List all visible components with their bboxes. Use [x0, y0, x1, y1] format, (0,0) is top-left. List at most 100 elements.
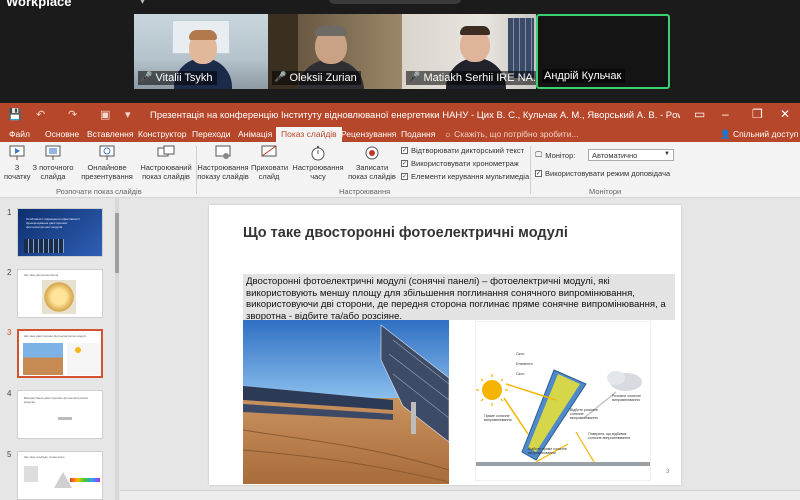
close-icon[interactable]: ✕	[780, 107, 790, 121]
microphone-muted-icon: 🎤	[274, 72, 287, 83]
participant-name: Oleksii Zurian	[289, 72, 357, 84]
redo-icon[interactable]: ↷	[68, 108, 77, 121]
monitor-icon: 🖵	[535, 150, 543, 159]
save-icon[interactable]: 💾	[8, 108, 22, 121]
slide-thumbnail[interactable]: Використання двосторонніх фотоелектрични…	[17, 390, 103, 439]
thumbnail-title: Що таке фотоелектричні	[24, 273, 59, 277]
show-media-controls-checkbox[interactable]: ✓ Елементи керування мультимедіа	[401, 172, 529, 181]
tab-home[interactable]: Основне	[45, 129, 79, 139]
group-label-setup: Настроювання	[339, 187, 391, 196]
participant-tile[interactable]: 🎤 Matiakh Serhii IRE NA...	[402, 14, 536, 89]
slide-page-number: 3	[666, 469, 670, 475]
call-menu-icon[interactable]: ▾	[140, 0, 145, 7]
editor-workspace: 1 Особливості підвищення ефективності фу…	[0, 198, 800, 500]
label-glass: Скло	[516, 352, 525, 356]
microphone-muted-icon: 🎤	[408, 72, 421, 83]
bifacial-panels-photo[interactable]	[243, 320, 449, 484]
ribbon-separator	[530, 146, 531, 194]
undo-icon[interactable]: ↶	[36, 108, 45, 121]
slide-body-text[interactable]: Двосторонні фотоелектричні модулі (соняч…	[246, 276, 672, 322]
document-title: Презентація на конференцію Інституту від…	[150, 110, 680, 121]
share-button[interactable]: 👤 Спільний доступ	[720, 129, 798, 140]
person-icon: 👤	[720, 129, 733, 139]
hide-slide-button[interactable]: Приховати слайд	[251, 145, 288, 181]
participant-name-tag: Андрій Кульчак	[542, 69, 626, 83]
slide-thumbnail[interactable]: Що таке альбедо та яке воно	[17, 451, 103, 500]
call-app-title: Workplace	[6, 0, 72, 9]
record-icon	[365, 146, 379, 160]
thumbnail-scrollbar-thumb[interactable]	[115, 213, 119, 273]
group-label-start: Розпочати показ слайдів	[56, 187, 142, 196]
call-controls-pill[interactable]	[328, 0, 462, 4]
notes-bar[interactable]	[120, 490, 800, 500]
hide-slide-icon	[261, 145, 277, 157]
present-online-icon	[99, 145, 115, 160]
participant-name: Matiakh Serhii IRE NA...	[423, 72, 536, 84]
tab-insert[interactable]: Вставлення	[87, 129, 133, 139]
screen: Workplace ▾ 🎤 Vitalii Tsykh 🎤 Oleksii Zu…	[0, 0, 800, 500]
thumbnail-title: Особливості підвищення ефективності функ…	[26, 217, 80, 229]
presenter-view-checkbox[interactable]: ✓ Використовувати режим доповідача	[535, 169, 670, 178]
label-cells: Елементи	[516, 362, 533, 366]
tab-transitions[interactable]: Переходи	[192, 129, 231, 139]
monitor-select[interactable]: Автоматично ▼	[588, 149, 674, 161]
tell-me-search[interactable]: ☼ Скажіть, що потрібно зробити...	[444, 129, 579, 139]
participant-tile[interactable]: 🎤 Oleksii Zurian	[268, 14, 402, 89]
slide-thumbnail[interactable]: Що таке фотоелектричні	[17, 269, 103, 318]
checkbox-checked-icon: ✓	[401, 173, 408, 180]
thumbnail-title: Що таке двосторонні фотоелектричні модул…	[24, 334, 86, 338]
lightbulb-icon: ☼	[444, 129, 455, 139]
slide-thumbnail[interactable]: Особливості підвищення ефективності функ…	[17, 208, 103, 257]
thumbnail-number: 1	[7, 208, 12, 217]
rehearse-timings-button[interactable]: Настроювання часу	[292, 145, 344, 181]
participant-tile[interactable]: 🎤 Vitalii Tsykh	[134, 14, 268, 89]
tab-slideshow[interactable]: Показ слайдів	[276, 127, 342, 142]
participant-name: Андрій Кульчак	[544, 70, 622, 82]
chevron-down-icon: ▼	[664, 151, 670, 157]
label-scattered: Розсіяне сонячне випромінювання	[612, 394, 641, 403]
video-call-bar: Workplace ▾ 🎤 Vitalii Tsykh 🎤 Oleksii Zu…	[0, 0, 800, 103]
start-slideshow-icon[interactable]: ▣	[100, 108, 110, 121]
custom-slideshow-button[interactable]: Настроюваний показ слайдів	[138, 145, 194, 181]
tab-review[interactable]: Рецензування	[341, 129, 396, 139]
slideshow-start-icon	[9, 145, 25, 160]
use-timings-checkbox[interactable]: ✓ Використовувати хронометраж	[401, 159, 519, 168]
slide-thumbnail-pane: 1 Особливості підвищення ефективності фу…	[0, 198, 118, 500]
tab-file[interactable]: Файл	[9, 129, 30, 139]
present-online-button[interactable]: Онлайнове презентування	[78, 145, 136, 181]
from-current-slide-button[interactable]: З поточного слайда	[31, 145, 75, 181]
group-label-monitors: Монітори	[589, 187, 622, 196]
customize-toolbar-icon[interactable]: ▾	[125, 108, 131, 121]
participant-name-tag: 🎤 Oleksii Zurian	[272, 71, 361, 85]
participant-name: Vitalii Tsykh	[155, 72, 213, 84]
from-beginning-button[interactable]: З початку	[4, 145, 31, 181]
thumbnail-title: Використання двосторонніх фотоелектрични…	[24, 396, 88, 404]
thumbnail-title: Що таке альбедо та яке воно	[24, 455, 65, 459]
play-narrations-checkbox[interactable]: ✓ Відтворювати дикторський текст	[401, 146, 524, 155]
minimize-icon[interactable]: –	[722, 107, 729, 121]
checkbox-checked-icon: ✓	[535, 170, 542, 177]
checkbox-checked-icon: ✓	[401, 147, 408, 154]
participant-name-tag: 🎤 Matiakh Serhii IRE NA...	[406, 71, 536, 85]
thumbnail-number: 3	[7, 328, 12, 337]
ribbon-display-icon[interactable]: ▭	[694, 107, 705, 121]
ribbon-slideshow: З початку З поточного слайда Онлайнове п…	[0, 142, 800, 198]
restore-icon[interactable]: ❐	[752, 107, 763, 121]
microphone-muted-icon: 🎤	[140, 72, 153, 83]
slideshow-current-icon	[45, 145, 61, 160]
record-slideshow-button[interactable]: Записати показ слайдів	[346, 145, 398, 181]
solar-field-image	[243, 320, 449, 484]
bifacial-module-diagram[interactable]: Скло Елементи Скло Пряме сонячне випромі…	[475, 321, 651, 481]
participant-tile-active[interactable]: Андрій Кульчак	[536, 14, 670, 89]
tab-animations[interactable]: Анімація	[238, 129, 272, 139]
label-glass-back: Скло	[516, 372, 525, 376]
tab-view[interactable]: Подання	[401, 129, 435, 139]
setup-slideshow-button[interactable]: Настроювання показу слайдів	[197, 145, 249, 181]
slide-title[interactable]: Що таке двосторонні фотоелектричні модул…	[243, 225, 568, 241]
slide-thumbnail-selected[interactable]: Що таке двосторонні фотоелектричні модул…	[17, 329, 103, 378]
slide-canvas[interactable]: Що таке двосторонні фотоелектричні модул…	[209, 205, 681, 485]
label-albedo-surface: Поверхня, що відбиває сонячне випромінюв…	[588, 432, 631, 441]
thumbnail-number: 2	[7, 268, 12, 277]
setup-show-icon	[215, 145, 231, 159]
tab-design[interactable]: Конструктор	[138, 129, 186, 139]
